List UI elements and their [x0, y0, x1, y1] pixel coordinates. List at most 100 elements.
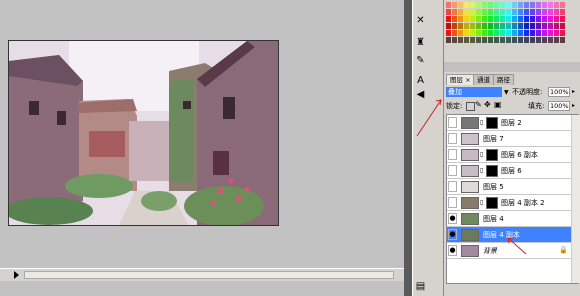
- color-swatch[interactable]: [506, 16, 511, 22]
- color-swatch[interactable]: [512, 9, 517, 15]
- layer-row[interactable]: ▯ 图层 4 副本 2: [447, 195, 571, 211]
- color-swatch[interactable]: [530, 23, 535, 29]
- eye-icon[interactable]: [448, 181, 457, 192]
- color-swatch[interactable]: [548, 37, 553, 43]
- color-swatch[interactable]: [560, 2, 565, 8]
- color-swatch[interactable]: [536, 16, 541, 22]
- layer-row[interactable]: ▯ 图层 6 副本: [447, 147, 571, 163]
- color-swatch[interactable]: [482, 30, 487, 36]
- document-image[interactable]: [8, 40, 279, 226]
- color-swatch[interactable]: [500, 2, 505, 8]
- color-swatch[interactable]: [494, 16, 499, 22]
- color-swatch[interactable]: [518, 30, 523, 36]
- color-swatch[interactable]: [482, 37, 487, 43]
- color-swatch[interactable]: [446, 9, 451, 15]
- color-swatch[interactable]: [446, 16, 451, 22]
- layer-row[interactable]: ● 图层 4: [447, 211, 571, 227]
- color-swatch[interactable]: [446, 2, 451, 8]
- color-swatch[interactable]: [536, 2, 541, 8]
- lock-all-icon[interactable]: ▣: [494, 100, 502, 109]
- color-swatch[interactable]: [560, 9, 565, 15]
- color-swatch[interactable]: [488, 23, 493, 29]
- color-swatch[interactable]: [548, 30, 553, 36]
- color-swatch[interactable]: [506, 23, 511, 29]
- color-swatch[interactable]: [476, 30, 481, 36]
- eye-icon[interactable]: [448, 165, 457, 176]
- color-swatch[interactable]: [482, 9, 487, 15]
- color-swatch[interactable]: [476, 2, 481, 8]
- link-icon[interactable]: ▯: [480, 119, 483, 126]
- stamp-icon[interactable]: ♜: [414, 36, 427, 49]
- color-swatch[interactable]: [554, 23, 559, 29]
- color-swatch[interactable]: [470, 16, 475, 22]
- tab-layers[interactable]: 图层 ×: [446, 74, 475, 85]
- color-swatch[interactable]: [542, 2, 547, 8]
- color-swatch[interactable]: [512, 2, 517, 8]
- color-swatch[interactable]: [542, 30, 547, 36]
- color-swatch[interactable]: [536, 9, 541, 15]
- color-swatch[interactable]: [470, 23, 475, 29]
- wrench-icon[interactable]: ✕: [414, 14, 427, 27]
- layer-mask-thumbnail[interactable]: [486, 165, 498, 177]
- color-swatch[interactable]: [530, 2, 535, 8]
- color-swatch[interactable]: [494, 37, 499, 43]
- color-swatch[interactable]: [470, 2, 475, 8]
- layer-row[interactable]: 图层 5: [447, 179, 571, 195]
- color-swatch[interactable]: [512, 23, 517, 29]
- color-swatch[interactable]: [524, 2, 529, 8]
- color-swatch[interactable]: [560, 23, 565, 29]
- eye-icon[interactable]: ●: [448, 245, 457, 256]
- chevron-down-icon[interactable]: ▼: [504, 89, 509, 96]
- link-icon[interactable]: ▯: [480, 199, 483, 206]
- color-swatch[interactable]: [458, 9, 463, 15]
- color-swatch[interactable]: [506, 9, 511, 15]
- color-swatch[interactable]: [518, 37, 523, 43]
- color-swatch[interactable]: [518, 16, 523, 22]
- layers-scrollbar[interactable]: [571, 115, 580, 283]
- color-swatch[interactable]: [524, 23, 529, 29]
- lock-move-icon[interactable]: ✥: [484, 100, 491, 109]
- color-swatch[interactable]: [542, 16, 547, 22]
- color-swatch[interactable]: [464, 2, 469, 8]
- color-swatch[interactable]: [476, 16, 481, 22]
- color-swatch[interactable]: [524, 16, 529, 22]
- color-swatch[interactable]: [560, 16, 565, 22]
- color-swatch[interactable]: [542, 23, 547, 29]
- speaker-icon[interactable]: ◀: [414, 88, 427, 101]
- color-swatch[interactable]: [494, 2, 499, 8]
- color-swatch[interactable]: [500, 37, 505, 43]
- color-swatch[interactable]: [494, 30, 499, 36]
- color-swatch[interactable]: [476, 23, 481, 29]
- color-swatch[interactable]: [542, 9, 547, 15]
- eye-icon[interactable]: [448, 197, 457, 208]
- color-swatch[interactable]: [464, 23, 469, 29]
- color-swatch[interactable]: [476, 37, 481, 43]
- eye-icon[interactable]: [448, 117, 457, 128]
- eye-icon[interactable]: [448, 149, 457, 160]
- color-swatch[interactable]: [560, 37, 565, 43]
- color-swatch[interactable]: [458, 23, 463, 29]
- color-swatch[interactable]: [494, 23, 499, 29]
- eye-icon[interactable]: ●: [448, 213, 457, 224]
- color-swatch[interactable]: [554, 9, 559, 15]
- fill-dropdown-icon[interactable]: ▸: [572, 102, 575, 109]
- color-swatch[interactable]: [452, 9, 457, 15]
- opacity-dropdown-icon[interactable]: ▸: [572, 88, 575, 95]
- color-swatch[interactable]: [506, 37, 511, 43]
- color-swatch[interactable]: [524, 9, 529, 15]
- color-swatch[interactable]: [560, 30, 565, 36]
- layer-row[interactable]: ● 图层 4 副本: [447, 227, 571, 243]
- color-swatch[interactable]: [548, 2, 553, 8]
- layer-row[interactable]: 图层 7: [447, 131, 571, 147]
- color-swatch[interactable]: [446, 37, 451, 43]
- color-swatch[interactable]: [482, 23, 487, 29]
- color-swatch[interactable]: [554, 2, 559, 8]
- color-swatch[interactable]: [506, 2, 511, 8]
- color-swatch[interactable]: [548, 9, 553, 15]
- color-swatch[interactable]: [488, 9, 493, 15]
- color-swatch[interactable]: [554, 30, 559, 36]
- color-swatch[interactable]: [446, 30, 451, 36]
- color-swatch[interactable]: [488, 37, 493, 43]
- color-swatch[interactable]: [458, 16, 463, 22]
- color-swatch[interactable]: [488, 30, 493, 36]
